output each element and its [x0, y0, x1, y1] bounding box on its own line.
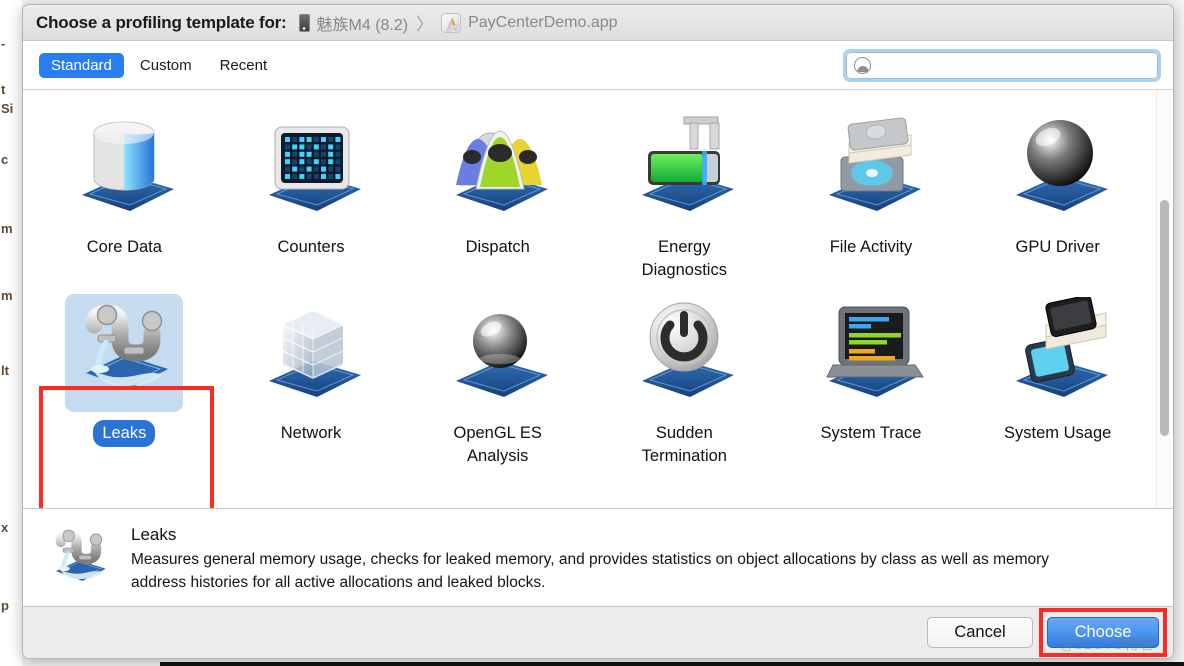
search-field[interactable] — [846, 52, 1158, 79]
template-item-label: System Usage — [1004, 423, 1112, 442]
grid-scrollbar[interactable] — [1156, 90, 1171, 508]
template-item-gpu-driver[interactable]: GPU Driver — [964, 100, 1151, 284]
description-body: Measures general memory usage, checks fo… — [131, 551, 1050, 591]
template-item-leaks[interactable]: Leaks — [31, 286, 218, 470]
template-item-label: Core Data — [86, 238, 162, 256]
device-name: 魅族M4 (8.2) — [316, 16, 409, 34]
choose-button[interactable]: Choose — [1047, 617, 1159, 648]
phone-icon — [298, 13, 310, 32]
tab-recent[interactable]: Recent — [208, 53, 280, 78]
cancel-button[interactable]: Cancel — [927, 617, 1033, 648]
leaks-icon — [45, 525, 113, 593]
template-item-system-usage[interactable]: System Usage — [964, 286, 1151, 470]
sudden-termination-icon — [625, 294, 743, 412]
template-item-label: Energy Diagnostics — [641, 238, 727, 279]
profiling-template-dialog: Choose a profiling template for: 魅族M4 (8… — [22, 4, 1174, 659]
template-item-label: Sudden Termination — [641, 423, 727, 465]
dialog-titlebar: Choose a profiling template for: 魅族M4 (8… — [23, 5, 1173, 41]
search-icon — [854, 57, 871, 74]
background-text-fragment: x — [1, 520, 9, 535]
template-item-label: File Activity — [829, 238, 913, 256]
description-title: Leaks — [131, 525, 177, 544]
dialog-title: Choose a profiling template for: — [36, 12, 287, 32]
system-trace-icon — [812, 294, 930, 412]
dispatch-icon — [439, 108, 557, 226]
core-data-icon — [65, 108, 183, 226]
background-text-fragment: lt — [1, 363, 9, 378]
choose-button-group: Choose — [1039, 608, 1167, 657]
template-item-system-trace[interactable]: System Trace — [778, 286, 965, 470]
xcode-app-icon — [441, 12, 462, 33]
template-item-opengl-es-analysis[interactable]: OpenGL ES Analysis — [404, 286, 591, 470]
search-input[interactable] — [871, 57, 1157, 74]
template-description-panel: Leaks Measures general memory usage, che… — [23, 509, 1173, 607]
background-text-fragment: - — [1, 36, 6, 51]
background-text-fragment: c — [1, 152, 9, 167]
template-item-counters[interactable]: Counters — [218, 100, 405, 284]
template-item-label: GPU Driver — [1015, 238, 1100, 256]
background-text-fragment: m — [1, 288, 13, 303]
energy-diagnostics-icon — [625, 108, 743, 226]
counters-icon — [252, 108, 370, 226]
template-item-energy-diagnostics[interactable]: Energy Diagnostics — [591, 100, 778, 284]
network-icon — [252, 294, 370, 412]
tab-standard[interactable]: Standard — [39, 52, 124, 78]
gpu-driver-icon — [999, 108, 1117, 226]
template-item-core-data[interactable]: Core Data — [31, 100, 218, 284]
background-text-fragment: p — [1, 598, 9, 613]
background-text-fragment: m — [1, 221, 13, 236]
template-item-sudden-termination[interactable]: Sudden Termination — [591, 286, 778, 470]
screen-bottom-strip — [160, 662, 1184, 666]
app-name: PayCenterDemo.app — [468, 13, 618, 31]
template-item-label: Counters — [277, 238, 345, 256]
background-text-fragment: Si — [1, 101, 14, 116]
template-item-label: OpenGL ES Analysis — [453, 423, 542, 465]
grid-scrollbar-thumb[interactable] — [1160, 200, 1169, 436]
template-item-dispatch[interactable]: Dispatch — [404, 100, 591, 284]
template-item-label: Network — [280, 423, 342, 442]
background-window-text: - t Si c m m lt x p — [0, 0, 22, 666]
template-grid-area: Core Data Counters Dispatch Energy Diagn… — [23, 90, 1173, 509]
template-grid: Core Data Counters Dispatch Energy Diagn… — [23, 90, 1173, 470]
template-item-label: Leaks — [93, 419, 156, 447]
leaks-icon — [65, 293, 184, 412]
breadcrumb-separator-icon: 〉 — [416, 15, 434, 34]
tab-custom[interactable]: Custom — [128, 53, 204, 78]
search-field-focus-ring — [843, 49, 1161, 82]
system-usage-icon — [999, 294, 1117, 412]
template-item-file-activity[interactable]: File Activity — [778, 100, 965, 284]
template-item-label: Dispatch — [465, 238, 530, 256]
file-activity-icon — [812, 108, 930, 226]
template-category-tabs: Standard Custom Recent — [39, 52, 280, 78]
template-item-network[interactable]: Network — [218, 286, 405, 470]
background-text-fragment: t — [1, 82, 6, 97]
opengl-es-icon — [439, 294, 557, 412]
dialog-toolbar: Standard Custom Recent — [23, 41, 1173, 90]
template-item-label: System Trace — [820, 423, 922, 442]
dialog-footer: Cancel Choose @51CTO博客 — [23, 607, 1173, 658]
